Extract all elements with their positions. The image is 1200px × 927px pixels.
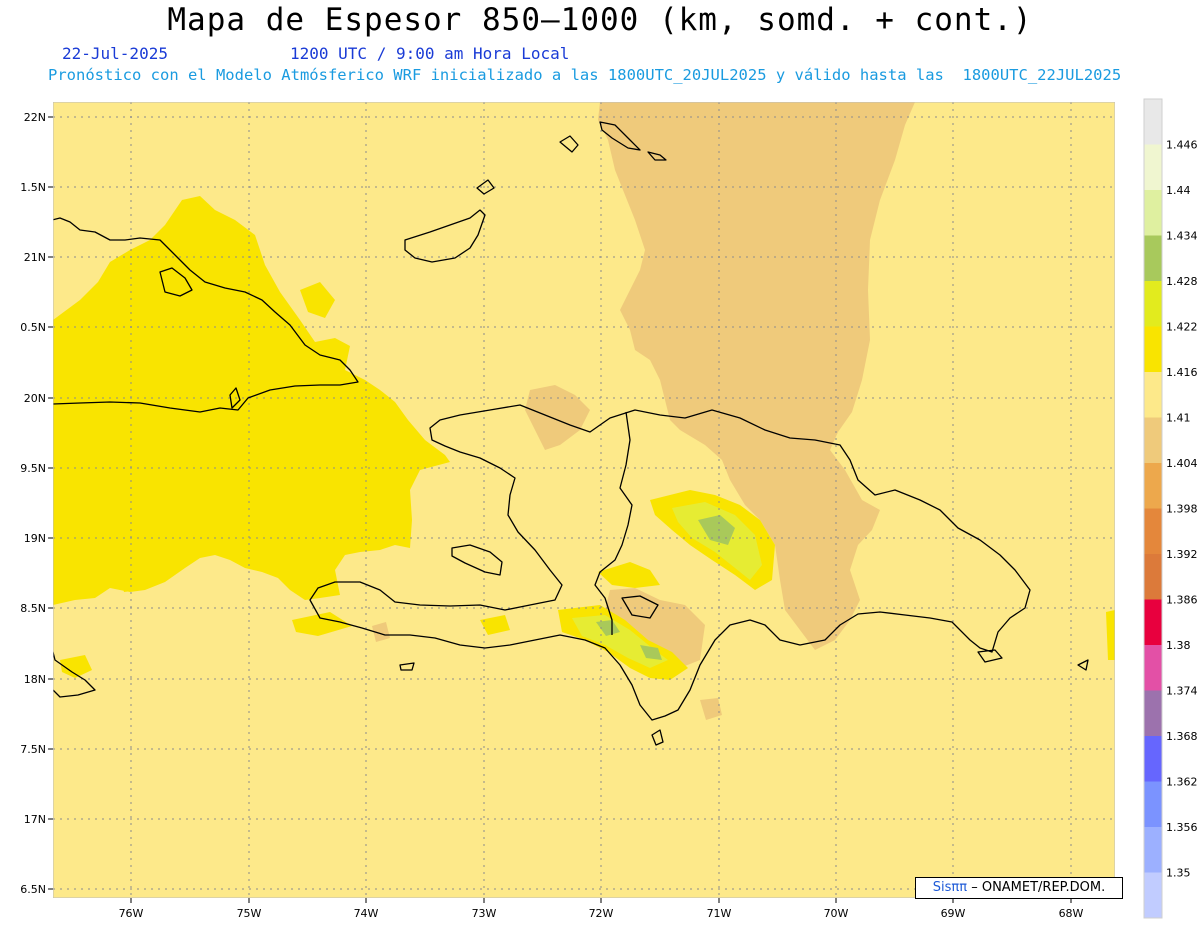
colorbar: 1.446 1.44 1.434 1.428 1.422 1.416 1.41 1.404 1.… xyxy=(1143,98,1198,919)
colorbar-level-label: 1.422 xyxy=(1166,321,1198,334)
lon-tick-label: 69W xyxy=(941,907,966,920)
colorbar-level-label: 1.386 xyxy=(1166,594,1198,607)
credit-box: Sisππ – ONAMET/REP.DOM. xyxy=(915,877,1123,899)
colorbar-swatch xyxy=(1144,235,1162,281)
colorbar-swatch xyxy=(1144,554,1162,600)
lat-tick-label: 21N xyxy=(24,251,46,264)
lon-tick-label: 71W xyxy=(707,907,732,920)
colorbar-level-label: 1.392 xyxy=(1166,548,1198,561)
colorbar-level-label: 1.428 xyxy=(1166,275,1198,288)
lat-tick-label: 1.5N xyxy=(20,181,46,194)
colorbar-swatch xyxy=(1144,190,1162,236)
lat-tick-label: 7.5N xyxy=(20,743,46,756)
lon-tick-label: 68W xyxy=(1059,907,1084,920)
model-description: Pronóstico con el Modelo Atmósferico WRF… xyxy=(48,66,1122,84)
lat-tick-label: 19N xyxy=(24,532,46,545)
colorbar-swatch xyxy=(1144,372,1162,418)
colorbar-swatch xyxy=(1144,463,1162,509)
lon-tick-label: 72W xyxy=(589,907,614,920)
colorbar-level-label: 1.404 xyxy=(1166,457,1198,470)
colorbar-level-label: 1.398 xyxy=(1166,503,1198,516)
colorbar-level-label: 1.41 xyxy=(1166,412,1191,425)
lat-tick-label: 18N xyxy=(24,673,46,686)
colorbar-swatch xyxy=(1144,781,1162,827)
colorbar-swatch xyxy=(1144,417,1162,463)
lat-tick-label: 17N xyxy=(24,813,46,826)
lat-tick-label: 6.5N xyxy=(20,883,46,896)
colorbar-swatch xyxy=(1144,508,1162,554)
lon-tick-label: 76W xyxy=(119,907,144,920)
lon-tick-label: 74W xyxy=(354,907,379,920)
colorbar-level-label: 1.434 xyxy=(1166,230,1198,243)
colorbar-level-label: 1.416 xyxy=(1166,366,1198,379)
colorbar-level-label: 1.44 xyxy=(1166,184,1191,197)
lat-tick-label: 8.5N xyxy=(20,602,46,615)
colorbar-swatch xyxy=(1144,281,1162,327)
colorbar-swatch xyxy=(1144,144,1162,190)
map-canvas: 22N 1.5N 21N 0.5N 20N 9.5N 19N 8.5N 18N 7.5N 17N 6.… xyxy=(20,98,1198,920)
forecast-date: 22-Jul-2025 xyxy=(62,44,168,63)
colorbar-swatch xyxy=(1144,872,1162,918)
colorbar-swatch xyxy=(1144,827,1162,873)
colorbar-level-label: 1.35 xyxy=(1166,867,1191,880)
forecast-time: 1200 UTC / 9:00 am Hora Local xyxy=(290,44,570,63)
colorbar-swatch xyxy=(1144,599,1162,645)
colorbar-swatch xyxy=(1144,326,1162,372)
colorbar-level-label: 1.374 xyxy=(1166,685,1198,698)
colorbar-level-label: 1.362 xyxy=(1166,776,1198,789)
credit-text: – ONAMET/REP.DOM. xyxy=(971,880,1106,895)
colorbar-swatch xyxy=(1144,690,1162,736)
colorbar-swatch xyxy=(1144,645,1162,691)
lat-tick-label: 20N xyxy=(24,392,46,405)
lat-tick-label: 0.5N xyxy=(20,321,46,334)
credit-sis: Sisππ xyxy=(932,880,968,895)
colorbar-level-label: 1.446 xyxy=(1166,139,1198,152)
lon-axis: 76W 75W 74W 73W 72W 71W 70W 69W 68W xyxy=(119,898,1084,920)
colorbar-swatch xyxy=(1144,99,1162,145)
lat-axis: 22N 1.5N 21N 0.5N 20N 9.5N 19N 8.5N 18N 7.5N 17N 6.… xyxy=(20,111,53,896)
map-title: Mapa de Espesor 850—1000 (km, somd. + co… xyxy=(167,2,1033,38)
lon-tick-label: 70W xyxy=(824,907,849,920)
colorbar-level-label: 1.368 xyxy=(1166,730,1198,743)
colorbar-level-label: 1.38 xyxy=(1166,639,1191,652)
lon-tick-label: 73W xyxy=(472,907,497,920)
lat-tick-label: 22N xyxy=(24,111,46,124)
lat-tick-label: 9.5N xyxy=(20,462,46,475)
colorbar-level-label: 1.356 xyxy=(1166,821,1198,834)
colorbar-swatch xyxy=(1144,736,1162,782)
lon-tick-label: 75W xyxy=(237,907,262,920)
